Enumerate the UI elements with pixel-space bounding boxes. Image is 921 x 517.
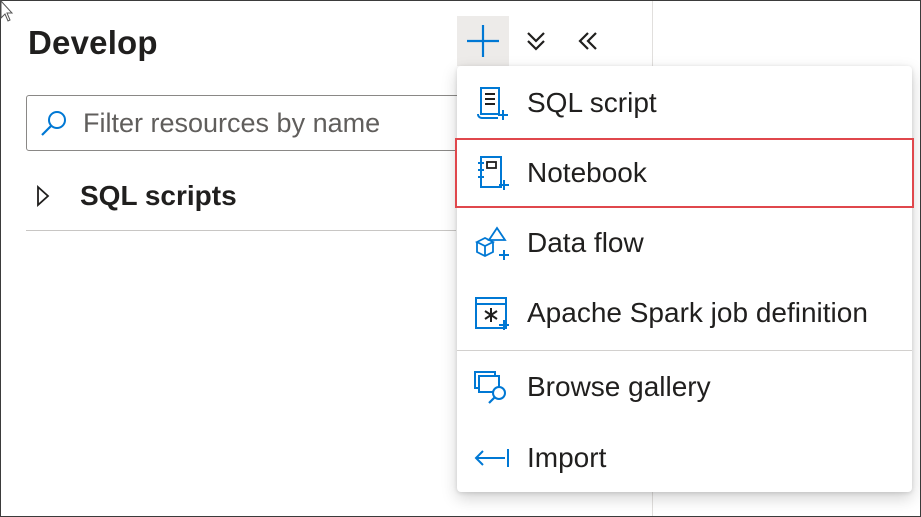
tree-item-sql-scripts[interactable]: SQL scripts xyxy=(26,168,456,224)
chevron-double-left-icon xyxy=(578,32,597,50)
menu-divider xyxy=(457,350,912,351)
menu-item-label: Import xyxy=(527,442,607,473)
new-resource-menu: SQL script Notebook Data flow Apache Spa… xyxy=(455,66,914,492)
menu-item-label: SQL script xyxy=(527,87,657,118)
caret-right-icon[interactable] xyxy=(36,185,50,207)
panel-title: Develop xyxy=(28,24,158,61)
menu-item-spark-job-definition[interactable]: Apache Spark job definition xyxy=(457,280,912,346)
menu-item-label: Data flow xyxy=(527,227,644,258)
menu-item-label: Browse gallery xyxy=(527,371,711,402)
menu-item-notebook[interactable]: Notebook xyxy=(455,138,914,208)
collapse-panel-button[interactable] xyxy=(566,16,610,66)
data-flow-icon xyxy=(457,224,527,262)
expand-all-button[interactable] xyxy=(514,16,558,66)
filter-input[interactable] xyxy=(83,107,443,139)
filter-search-box[interactable] xyxy=(26,95,496,151)
tree-item-label: SQL scripts xyxy=(80,180,237,211)
add-button[interactable] xyxy=(457,16,509,66)
tree-divider xyxy=(26,230,456,231)
menu-item-sql-script[interactable]: SQL script xyxy=(457,70,912,136)
import-icon xyxy=(457,443,527,473)
menu-item-data-flow[interactable]: Data flow xyxy=(457,210,912,276)
menu-item-browse-gallery[interactable]: Browse gallery xyxy=(457,354,912,420)
menu-item-import[interactable]: Import xyxy=(457,425,912,491)
spark-job-icon xyxy=(457,294,527,332)
chevron-double-down-icon xyxy=(527,32,545,51)
cursor-icon xyxy=(0,0,14,22)
browse-gallery-icon xyxy=(457,368,527,406)
search-icon xyxy=(39,108,69,138)
menu-item-label: Apache Spark job definition xyxy=(527,297,868,328)
sql-script-icon xyxy=(457,84,527,122)
plus-icon xyxy=(467,25,499,57)
notebook-icon xyxy=(457,154,527,192)
menu-item-label: Notebook xyxy=(527,157,647,188)
